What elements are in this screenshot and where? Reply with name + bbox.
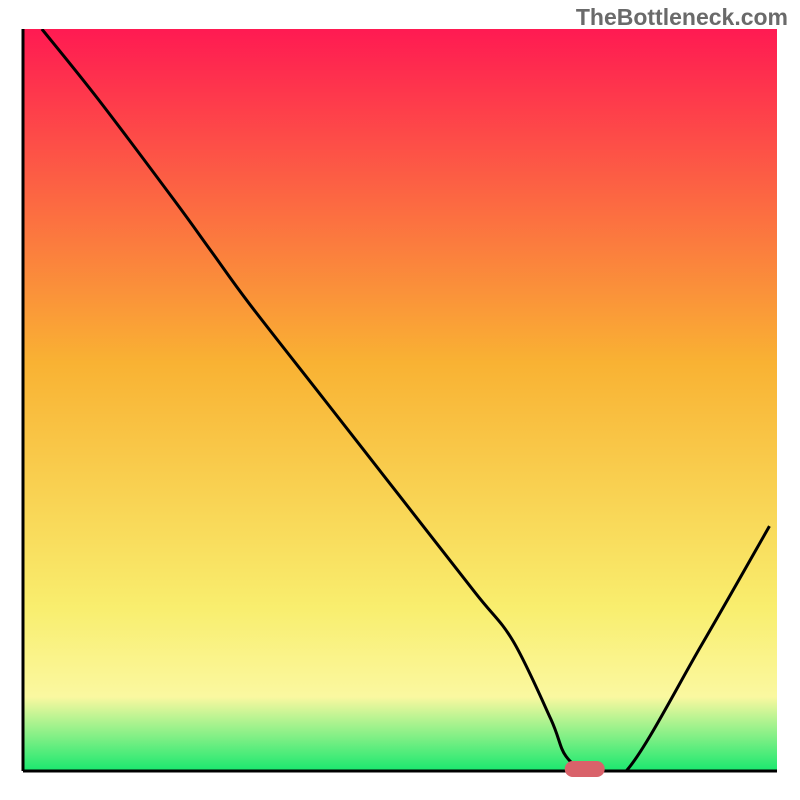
optimal-marker [565,761,605,777]
bottleneck-chart [0,0,800,800]
chart-container: TheBottleneck.com [0,0,800,800]
plot-background [23,29,777,771]
watermark-text: TheBottleneck.com [576,4,788,31]
